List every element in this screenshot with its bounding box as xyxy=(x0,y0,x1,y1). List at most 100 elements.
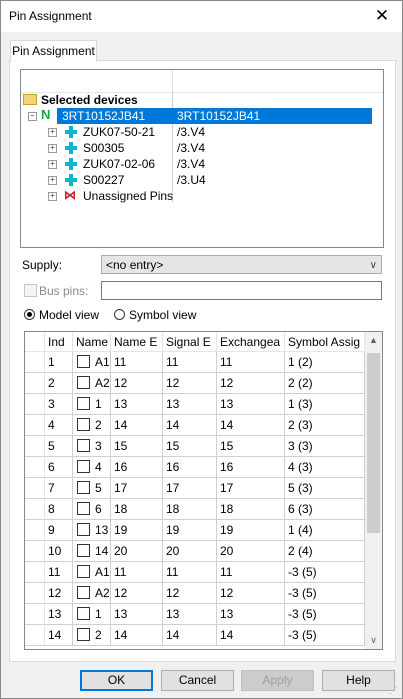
cell-exchangeable[interactable]: 20 xyxy=(217,541,285,562)
cell-name-e[interactable]: 14 xyxy=(111,415,163,436)
cell-signal-e[interactable]: 14 xyxy=(163,415,217,436)
cell-name[interactable]: 13 xyxy=(73,520,111,541)
row-checkbox[interactable] xyxy=(77,628,90,641)
row-checkbox[interactable] xyxy=(77,397,90,410)
cell-name-e[interactable]: 15 xyxy=(111,436,163,457)
row-header[interactable] xyxy=(25,478,45,499)
cell-index[interactable]: 4 xyxy=(45,415,73,436)
cell-index[interactable]: 8 xyxy=(45,499,73,520)
row-header[interactable] xyxy=(25,457,45,478)
cell-signal-e[interactable]: 14 xyxy=(163,625,217,646)
row-checkbox[interactable] xyxy=(77,460,90,473)
expand-icon[interactable]: + xyxy=(48,128,57,137)
row-checkbox[interactable] xyxy=(77,376,90,389)
table-row[interactable]: 6 4 16 16 16 4 (3) xyxy=(25,457,365,478)
cell-exchangeable[interactable]: 17 xyxy=(217,478,285,499)
cell-symbol-assignment[interactable]: 1 (3) xyxy=(285,394,365,415)
cell-exchangeable[interactable]: 19 xyxy=(217,520,285,541)
tree-root[interactable]: Selected devices xyxy=(21,92,383,108)
close-icon[interactable]: ✕ xyxy=(370,4,394,28)
cell-index[interactable]: 14 xyxy=(45,625,73,646)
cell-name[interactable]: 1 xyxy=(73,604,111,625)
table-row[interactable]: 14 2 14 14 14 -3 (5) xyxy=(25,625,365,646)
collapse-icon[interactable]: − xyxy=(28,112,37,121)
cell-index[interactable]: 1 xyxy=(45,352,73,373)
cell-signal-e[interactable]: 19 xyxy=(163,520,217,541)
cell-signal-e[interactable]: 13 xyxy=(163,394,217,415)
scroll-up-icon[interactable]: ▲ xyxy=(365,332,382,349)
cell-name[interactable]: 4 xyxy=(73,457,111,478)
column-header-name-e[interactable]: Name E xyxy=(111,332,163,352)
cell-exchangeable[interactable]: 18 xyxy=(217,499,285,520)
expand-icon[interactable]: + xyxy=(48,144,57,153)
cell-name[interactable]: A2 xyxy=(73,373,111,394)
table-row[interactable]: 4 2 14 14 14 2 (3) xyxy=(25,415,365,436)
cell-symbol-assignment[interactable]: 2 (2) xyxy=(285,373,365,394)
model-view-radio[interactable] xyxy=(24,309,35,320)
tree-item[interactable]: − N 3RT10152JB41 3RT10152JB41 xyxy=(21,107,383,124)
cell-name-e[interactable]: 12 xyxy=(111,583,163,604)
cell-exchangeable[interactable]: 14 xyxy=(217,625,285,646)
row-header[interactable] xyxy=(25,436,45,457)
table-row[interactable]: 7 5 17 17 17 5 (3) xyxy=(25,478,365,499)
row-checkbox[interactable] xyxy=(77,565,90,578)
row-header[interactable] xyxy=(25,499,45,520)
row-header[interactable] xyxy=(25,394,45,415)
table-row[interactable]: 3 1 13 13 13 1 (3) xyxy=(25,394,365,415)
row-checkbox[interactable] xyxy=(77,544,90,557)
column-header-symbol-assignment[interactable]: Symbol Assig xyxy=(285,332,365,352)
cell-name-e[interactable]: 19 xyxy=(111,520,163,541)
cell-symbol-assignment[interactable]: 1 (4) xyxy=(285,520,365,541)
row-checkbox[interactable] xyxy=(77,586,90,599)
cell-exchangeable[interactable]: 11 xyxy=(217,562,285,583)
cell-name[interactable]: 1 xyxy=(73,394,111,415)
cell-exchangeable[interactable]: 12 xyxy=(217,373,285,394)
cell-symbol-assignment[interactable]: 4 (3) xyxy=(285,457,365,478)
cell-index[interactable]: 11 xyxy=(45,562,73,583)
symbol-view-radio[interactable] xyxy=(114,309,125,320)
cell-signal-e[interactable]: 11 xyxy=(163,562,217,583)
cell-symbol-assignment[interactable]: -3 (5) xyxy=(285,625,365,646)
table-row[interactable]: 5 3 15 15 15 3 (3) xyxy=(25,436,365,457)
cell-symbol-assignment[interactable]: 2 (3) xyxy=(285,415,365,436)
cell-symbol-assignment[interactable]: -3 (5) xyxy=(285,583,365,604)
row-header[interactable] xyxy=(25,604,45,625)
expand-icon[interactable]: + xyxy=(48,192,57,201)
cell-index[interactable]: 12 xyxy=(45,583,73,604)
cell-name-e[interactable]: 11 xyxy=(111,352,163,373)
cell-name[interactable]: 2 xyxy=(73,625,111,646)
cell-name-e[interactable]: 16 xyxy=(111,457,163,478)
cell-exchangeable[interactable]: 13 xyxy=(217,604,285,625)
cell-index[interactable]: 9 xyxy=(45,520,73,541)
tab-pin-assignment[interactable]: Pin Assignment xyxy=(10,40,97,62)
cell-signal-e[interactable]: 18 xyxy=(163,499,217,520)
tree-item[interactable]: + S00305/3.V4 xyxy=(21,140,383,156)
expand-icon[interactable]: + xyxy=(48,160,57,169)
cell-name[interactable]: 2 xyxy=(73,415,111,436)
cancel-button[interactable]: Cancel xyxy=(161,670,234,691)
cell-name-e[interactable]: 20 xyxy=(111,541,163,562)
cell-name-e[interactable]: 13 xyxy=(111,604,163,625)
cell-name-e[interactable]: 17 xyxy=(111,478,163,499)
device-tree[interactable]: Selected devices − N 3RT10152JB41 3RT10152J… xyxy=(20,69,384,248)
tree-item[interactable]: + ⋈ Unassigned Pins xyxy=(21,188,383,204)
table-row[interactable]: 8 6 18 18 18 6 (3) xyxy=(25,499,365,520)
column-header-ind[interactable]: Ind xyxy=(45,332,73,352)
table-row[interactable]: 11 A1 11 11 11 -3 (5) xyxy=(25,562,365,583)
cell-exchangeable[interactable]: 13 xyxy=(217,394,285,415)
row-checkbox[interactable] xyxy=(77,607,90,620)
tree-item[interactable]: + ZUK07-50-21/3.V4 xyxy=(21,124,383,140)
cell-signal-e[interactable]: 11 xyxy=(163,352,217,373)
cell-name-e[interactable]: 13 xyxy=(111,394,163,415)
row-checkbox[interactable] xyxy=(77,502,90,515)
cell-name[interactable]: A1 xyxy=(73,352,111,373)
row-header[interactable] xyxy=(25,373,45,394)
cell-symbol-assignment[interactable]: 1 (2) xyxy=(285,352,365,373)
row-checkbox[interactable] xyxy=(77,481,90,494)
resize-grip-icon[interactable]: ⋰ xyxy=(389,685,399,695)
row-checkbox[interactable] xyxy=(77,523,90,536)
cell-name-e[interactable]: 18 xyxy=(111,499,163,520)
cell-symbol-assignment[interactable]: 2 (4) xyxy=(285,541,365,562)
cell-symbol-assignment[interactable]: -3 (5) xyxy=(285,604,365,625)
cell-name-e[interactable]: 11 xyxy=(111,562,163,583)
